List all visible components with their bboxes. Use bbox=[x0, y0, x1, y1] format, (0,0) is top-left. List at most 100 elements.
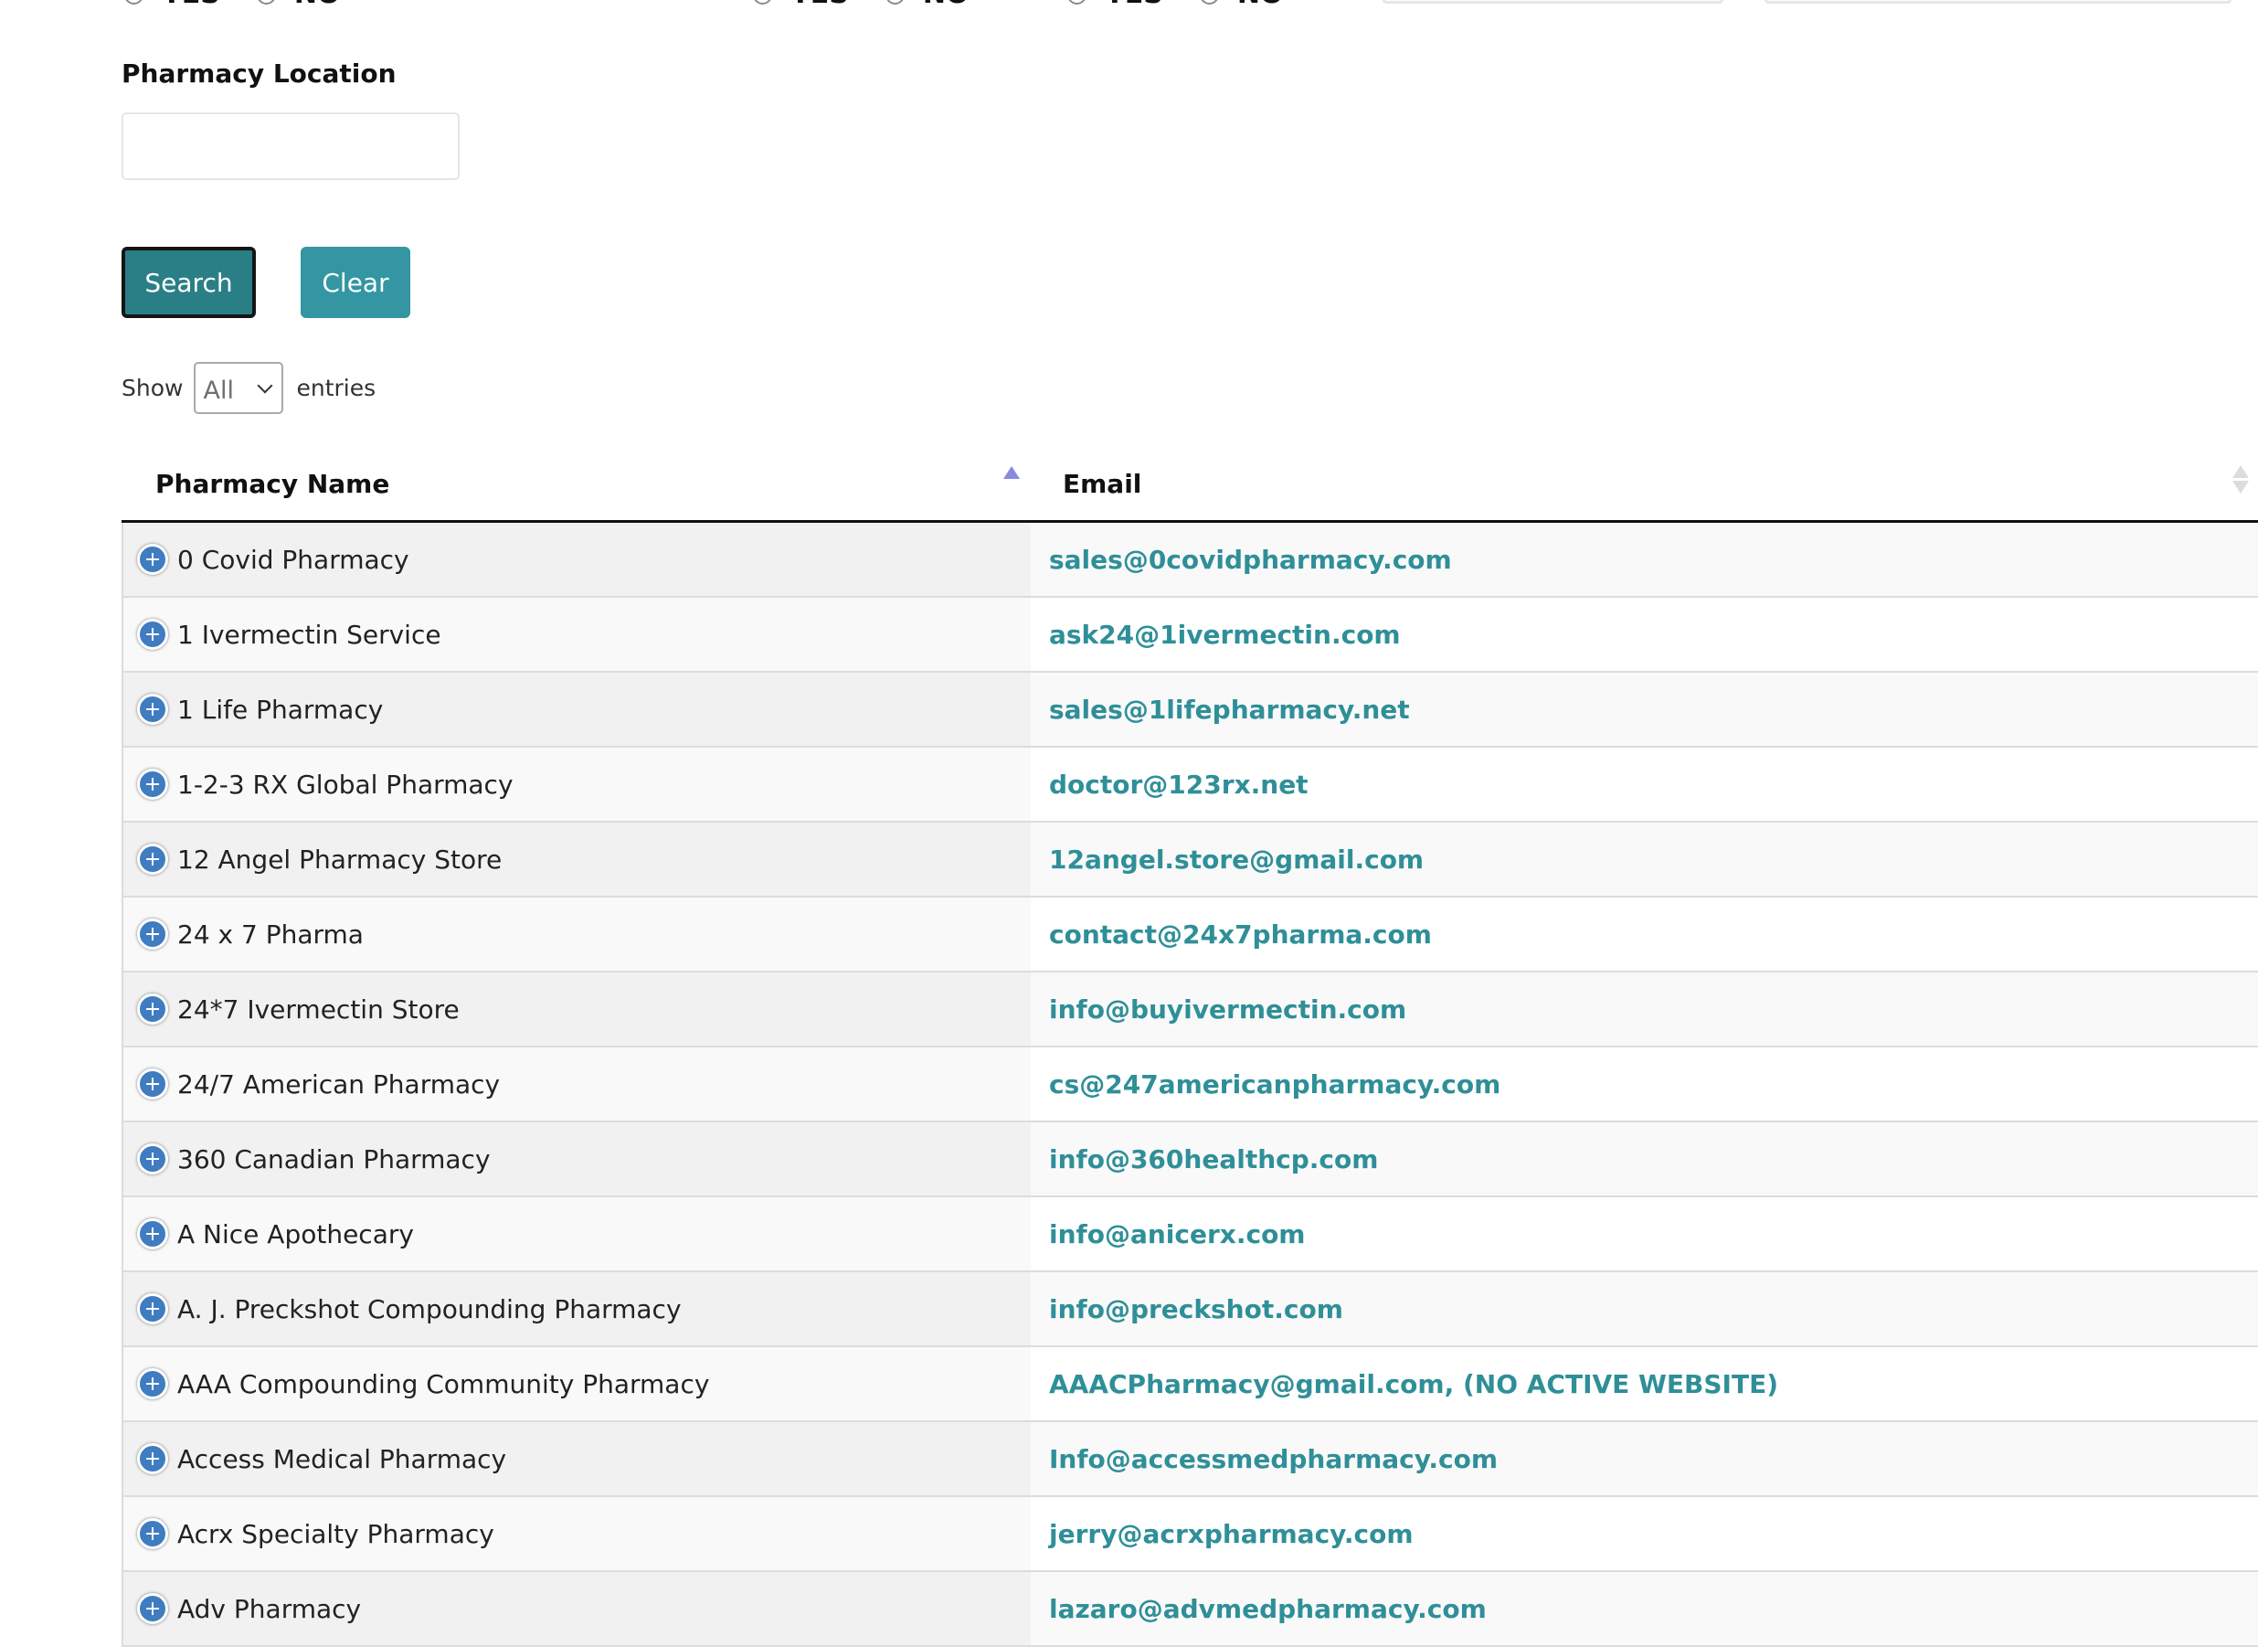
email-link[interactable]: ask24@1ivermectin.com bbox=[1049, 620, 1401, 650]
pharmacy-name: 24/7 American Pharmacy bbox=[177, 1068, 501, 1100]
table-row: A. J. Preckshot Compounding Pharmacy info… bbox=[123, 1272, 2258, 1347]
sort-both-icon[interactable] bbox=[2232, 465, 2249, 494]
entries-select[interactable]: All bbox=[194, 361, 284, 414]
pharmacy-table: Pharmacy Name Email 0 Covid Pharmacy sale… bbox=[122, 448, 2258, 1647]
email-cell: contact@24x7pharma.com bbox=[1031, 898, 2258, 971]
radio-no-1[interactable] bbox=[256, 0, 276, 5]
pharmacy-name: Acrx Specialty Pharmacy bbox=[177, 1518, 494, 1549]
pharmacy-name-cell: 1 Life Pharmacy bbox=[123, 673, 1031, 746]
table-body: 0 Covid Pharmacy sales@0covidpharmacy.com… bbox=[122, 523, 2258, 1647]
radio-group-1: YES NO bbox=[124, 0, 376, 9]
pharmacy-name-cell: 24 x 7 Pharma bbox=[123, 898, 1031, 971]
search-button[interactable]: Search bbox=[122, 247, 256, 318]
email-cell: info@360healthcp.com bbox=[1031, 1122, 2258, 1195]
radio-yes-3[interactable] bbox=[1067, 0, 1086, 5]
radio-no-2[interactable] bbox=[885, 0, 905, 5]
table-header: Pharmacy Name Email bbox=[122, 448, 2258, 523]
expand-plus-icon[interactable] bbox=[137, 1143, 168, 1174]
table-row: 1 Life Pharmacy sales@1lifepharmacy.net bbox=[123, 673, 2258, 748]
radio-no-3[interactable] bbox=[1199, 0, 1219, 5]
column-header-email[interactable]: Email bbox=[1063, 448, 1141, 520]
email-link[interactable]: info@360healthcp.com bbox=[1049, 1144, 1378, 1174]
table-row: 24 x 7 Pharma contact@24x7pharma.com bbox=[123, 898, 2258, 972]
email-link[interactable]: cs@247americanpharmacy.com bbox=[1049, 1069, 1500, 1100]
pharmacy-name-cell: 12 Angel Pharmacy Store bbox=[123, 823, 1031, 896]
pharmacy-name: 360 Canadian Pharmacy bbox=[177, 1143, 491, 1174]
email-cell: doctor@123rx.net bbox=[1031, 748, 2258, 821]
show-label: Show bbox=[122, 374, 184, 401]
expand-plus-icon[interactable] bbox=[137, 544, 168, 575]
radio-yes-2[interactable] bbox=[753, 0, 772, 5]
radio-group-2: YES NO bbox=[753, 0, 1005, 9]
radio-yes-1[interactable] bbox=[124, 0, 143, 5]
table-row: 1-2-3 RX Global Pharmacy doctor@123rx.net bbox=[123, 748, 2258, 823]
expand-plus-icon[interactable] bbox=[137, 1443, 168, 1474]
email-cell: info@anicerx.com bbox=[1031, 1197, 2258, 1270]
pharmacy-name-cell: A. J. Preckshot Compounding Pharmacy bbox=[123, 1272, 1031, 1345]
pharmacy-name-cell: A Nice Apothecary bbox=[123, 1197, 1031, 1270]
expand-plus-icon[interactable] bbox=[137, 1518, 168, 1549]
table-row: 24*7 Ivermectin Store info@buyivermectin.… bbox=[123, 972, 2258, 1047]
email-link[interactable]: doctor@123rx.net bbox=[1049, 770, 1309, 800]
expand-plus-icon[interactable] bbox=[137, 1218, 168, 1249]
entries-label: entries bbox=[296, 374, 376, 401]
filter-input-2[interactable] bbox=[1765, 0, 2231, 4]
pharmacy-name-cell: 24*7 Ivermectin Store bbox=[123, 972, 1031, 1046]
sort-ascending-icon[interactable] bbox=[1003, 466, 1020, 479]
email-link[interactable]: sales@0covidpharmacy.com bbox=[1049, 545, 1452, 575]
pharmacy-name: 24 x 7 Pharma bbox=[177, 919, 364, 950]
pharmacy-name: 1 Life Pharmacy bbox=[177, 694, 384, 725]
email-cell: info@preckshot.com bbox=[1031, 1272, 2258, 1345]
email-link[interactable]: sales@1lifepharmacy.net bbox=[1049, 695, 1410, 725]
expand-plus-icon[interactable] bbox=[137, 844, 168, 875]
pharmacy-name: 0 Covid Pharmacy bbox=[177, 544, 409, 575]
radio-no-2-label: NO bbox=[923, 0, 970, 9]
pharmacy-name-cell: 24/7 American Pharmacy bbox=[123, 1047, 1031, 1121]
email-link[interactable]: AAACPharmacy@gmail.com, (NO ACTIVE WEBSI… bbox=[1049, 1369, 1778, 1399]
expand-plus-icon[interactable] bbox=[137, 994, 168, 1025]
expand-plus-icon[interactable] bbox=[137, 1068, 168, 1100]
radio-group-3: YES NO bbox=[1067, 0, 1319, 9]
expand-plus-icon[interactable] bbox=[137, 1368, 168, 1399]
table-row: 1 Ivermectin Service ask24@1ivermectin.co… bbox=[123, 598, 2258, 673]
pharmacy-name: 12 Angel Pharmacy Store bbox=[177, 844, 503, 875]
clear-button[interactable]: Clear bbox=[301, 247, 410, 318]
expand-plus-icon[interactable] bbox=[137, 919, 168, 950]
email-link[interactable]: lazaro@advmedpharmacy.com bbox=[1049, 1594, 1487, 1624]
table-row: 360 Canadian Pharmacy info@360healthcp.co… bbox=[123, 1122, 2258, 1197]
table-row: 24/7 American Pharmacy cs@247americanphar… bbox=[123, 1047, 2258, 1122]
pharmacy-name-cell: 360 Canadian Pharmacy bbox=[123, 1122, 1031, 1195]
expand-plus-icon[interactable] bbox=[137, 1593, 168, 1624]
chevron-down-icon bbox=[257, 377, 273, 394]
email-cell: cs@247americanpharmacy.com bbox=[1031, 1047, 2258, 1121]
radio-no-3-label: NO bbox=[1237, 0, 1284, 9]
email-link[interactable]: contact@24x7pharma.com bbox=[1049, 919, 1432, 950]
table-row: A Nice Apothecary info@anicerx.com bbox=[123, 1197, 2258, 1272]
entries-select-value: All bbox=[203, 376, 234, 405]
expand-plus-icon[interactable] bbox=[137, 619, 168, 650]
email-cell: Info@accessmedpharmacy.com bbox=[1031, 1422, 2258, 1495]
email-cell: sales@1lifepharmacy.net bbox=[1031, 673, 2258, 746]
table-row: 12 Angel Pharmacy Store 12angel.store@gma… bbox=[123, 823, 2258, 898]
filter-input-1[interactable] bbox=[1383, 0, 1723, 4]
email-link[interactable]: 12angel.store@gmail.com bbox=[1049, 845, 1424, 875]
pharmacy-name: A Nice Apothecary bbox=[177, 1218, 414, 1249]
radio-yes-2-label: YES bbox=[790, 0, 849, 9]
expand-plus-icon[interactable] bbox=[137, 1293, 168, 1324]
expand-plus-icon[interactable] bbox=[137, 694, 168, 725]
email-cell: ask24@1ivermectin.com bbox=[1031, 598, 2258, 671]
pharmacy-name-cell: AAA Compounding Community Pharmacy bbox=[123, 1347, 1031, 1420]
entries-length-control: Show All entries bbox=[122, 361, 376, 414]
radio-no-1-label: NO bbox=[294, 0, 341, 9]
pharmacy-location-input[interactable] bbox=[122, 112, 460, 180]
email-link[interactable]: info@buyivermectin.com bbox=[1049, 994, 1406, 1025]
table-row: Access Medical Pharmacy Info@accessmedpha… bbox=[123, 1422, 2258, 1497]
email-link[interactable]: info@anicerx.com bbox=[1049, 1219, 1305, 1249]
pharmacy-name: Adv Pharmacy bbox=[177, 1593, 362, 1624]
expand-plus-icon[interactable] bbox=[137, 769, 168, 800]
email-link[interactable]: info@preckshot.com bbox=[1049, 1294, 1343, 1324]
email-link[interactable]: Info@accessmedpharmacy.com bbox=[1049, 1444, 1498, 1474]
email-link[interactable]: jerry@acrxpharmacy.com bbox=[1049, 1519, 1414, 1549]
column-header-pharmacy-name[interactable]: Pharmacy Name bbox=[155, 448, 389, 520]
radio-yes-1-label: YES bbox=[162, 0, 220, 9]
